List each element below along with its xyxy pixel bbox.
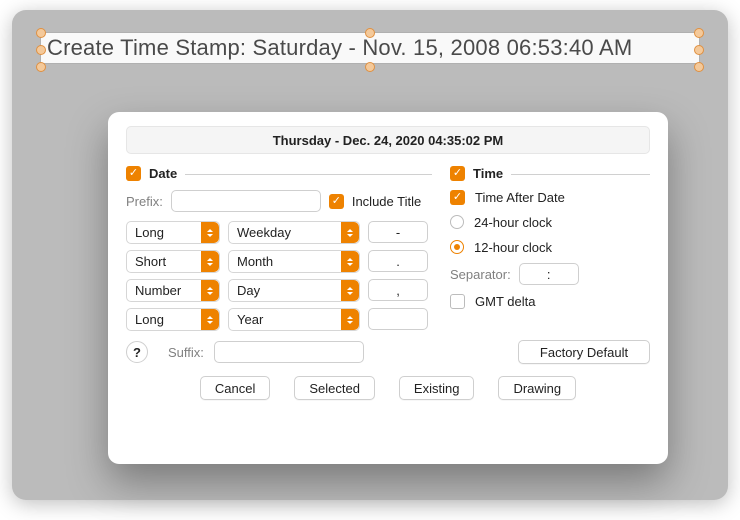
selection-handle[interactable] (365, 62, 375, 72)
sep-input-3[interactable] (368, 308, 428, 330)
part-select-1[interactable]: Month (228, 250, 360, 273)
sep-input-0[interactable] (368, 221, 428, 243)
chevron-updown-icon (201, 309, 219, 330)
chevron-updown-icon (341, 251, 359, 272)
part-select-3[interactable]: Year (228, 308, 360, 331)
chevron-updown-icon (341, 222, 359, 243)
help-button[interactable]: ? (126, 341, 148, 363)
prefix-label: Prefix: (126, 194, 163, 209)
preview-bar: Thursday - Dec. 24, 2020 04:35:02 PM (126, 126, 650, 154)
selection-handle[interactable] (694, 45, 704, 55)
cancel-button[interactable]: Cancel (200, 376, 270, 400)
sep-input-1[interactable] (368, 250, 428, 272)
drawing-button[interactable]: Drawing (498, 376, 576, 400)
style-select-2[interactable]: Number (126, 279, 220, 302)
suffix-label: Suffix: (168, 345, 204, 360)
chevron-updown-icon (341, 280, 359, 301)
timestamp-dialog: Thursday - Dec. 24, 2020 04:35:02 PM ✓ D… (108, 112, 668, 464)
chevron-updown-icon (201, 251, 219, 272)
selection-handle[interactable] (694, 62, 704, 72)
dialog-actions: Cancel Selected Existing Drawing (126, 376, 650, 400)
suffix-input[interactable] (214, 341, 364, 363)
style-select-3[interactable]: Long (126, 308, 220, 331)
selection-handle[interactable] (36, 28, 46, 38)
date-parts-grid: Long Weekday Short Month Number Day Long… (126, 221, 432, 331)
clock-12-radio[interactable] (450, 240, 464, 254)
date-checkbox[interactable]: ✓ (126, 166, 141, 181)
clock-24-radio[interactable] (450, 215, 464, 229)
window-backdrop: Create Time Stamp: Saturday - Nov. 15, 2… (12, 10, 728, 500)
preview-text: Thursday - Dec. 24, 2020 04:35:02 PM (273, 133, 504, 148)
factory-default-button[interactable]: Factory Default (518, 340, 650, 364)
gmt-label: GMT delta (475, 294, 535, 309)
selection-handle[interactable] (36, 62, 46, 72)
divider (185, 174, 432, 175)
time-sep-input[interactable] (519, 263, 579, 285)
selection-handle[interactable] (365, 28, 375, 38)
time-sep-label: Separator: (450, 267, 511, 282)
title-banner-text: Create Time Stamp: Saturday - Nov. 15, 2… (47, 35, 632, 61)
include-title-checkbox[interactable]: ✓ (329, 194, 344, 209)
selection-handle[interactable] (694, 28, 704, 38)
chevron-updown-icon (341, 309, 359, 330)
style-select-0[interactable]: Long (126, 221, 220, 244)
prefix-input[interactable] (171, 190, 321, 212)
time-header: Time (473, 166, 503, 181)
existing-button[interactable]: Existing (399, 376, 475, 400)
chevron-updown-icon (201, 222, 219, 243)
time-after-date-label: Time After Date (475, 190, 565, 205)
time-panel: ✓ Time ✓ Time After Date 24-hour clock 1… (450, 166, 650, 364)
style-select-1[interactable]: Short (126, 250, 220, 273)
time-after-date-checkbox[interactable]: ✓ (450, 190, 465, 205)
divider (511, 174, 650, 175)
gmt-checkbox[interactable]: ✓ (450, 294, 465, 309)
part-select-2[interactable]: Day (228, 279, 360, 302)
time-checkbox[interactable]: ✓ (450, 166, 465, 181)
date-panel: ✓ Date Prefix: ✓ Include Title Long Week… (126, 166, 432, 364)
clock-12-label: 12-hour clock (474, 240, 552, 255)
date-header: Date (149, 166, 177, 181)
chevron-updown-icon (201, 280, 219, 301)
include-title-label: Include Title (352, 194, 421, 209)
sep-input-2[interactable] (368, 279, 428, 301)
part-select-0[interactable]: Weekday (228, 221, 360, 244)
selection-handle[interactable] (36, 45, 46, 55)
clock-24-label: 24-hour clock (474, 215, 552, 230)
selected-button[interactable]: Selected (294, 376, 375, 400)
